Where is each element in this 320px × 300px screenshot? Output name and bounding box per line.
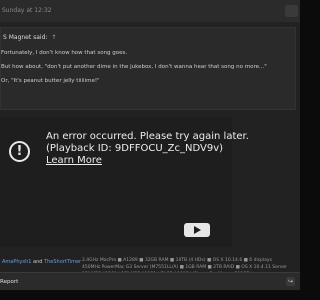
embedded-video-player[interactable]: ! An error occurred. Please try again la… <box>0 117 249 247</box>
post-footer: Report ↪ <box>0 272 300 291</box>
quote-jump-icon[interactable]: ↑ <box>51 34 56 41</box>
error-line-2: (Playback ID: 9DFFOCU_Zc_NDV9v) <box>46 143 224 154</box>
youtube-play-icon[interactable] <box>184 223 210 237</box>
quote-header: S Magnet said: ↑ <box>3 34 56 41</box>
post-header-strip: Sunday at 12:32 <box>0 0 300 23</box>
quote-line: Or, "It's peanut butter jelly tiiiiime!" <box>1 78 100 84</box>
forum-post-frame: Sunday at 12:32 S Magnet said: ↑ Fortuna… <box>0 0 300 300</box>
like-user-link[interactable]: TheShortTimer <box>44 259 81 265</box>
quote-box: S Magnet said: ↑ Fortunately, I don't kn… <box>0 27 296 110</box>
likes-summary: AmaPhysh1 and TheShortTimer <box>2 259 81 265</box>
report-button[interactable]: Report <box>0 277 22 286</box>
like-user-link[interactable]: AmaPhysh1 <box>2 259 31 265</box>
error-icon: ! <box>9 141 30 162</box>
error-line-1: An error occurred. Please try again late… <box>46 131 249 142</box>
post-body: S Magnet said: ↑ Fortunately, I don't kn… <box>0 22 300 277</box>
video-error-message: An error occurred. Please try again late… <box>46 131 249 167</box>
bottom-strip <box>0 290 300 300</box>
learn-more-link[interactable]: Learn More <box>46 155 230 167</box>
post-actions-button[interactable] <box>285 5 298 17</box>
quote-line: But how about, "don't put another dime i… <box>1 64 267 70</box>
post-timestamp[interactable]: Sunday at 12:32 <box>2 7 52 14</box>
quote-line: Fortunately, I don't know how that song … <box>1 50 128 56</box>
signature-line: 2.4GHz MacPro ■ A1289 ■ 32GB RAM ■ 10TB … <box>82 258 272 263</box>
likes-joiner: and <box>33 259 43 265</box>
quote-author[interactable]: S Magnet said: <box>3 34 47 41</box>
share-icon[interactable]: ↪ <box>286 277 295 286</box>
signature-line: 450MHz PowerMac G3 Server (M7551LL/A) ■ … <box>82 265 287 270</box>
